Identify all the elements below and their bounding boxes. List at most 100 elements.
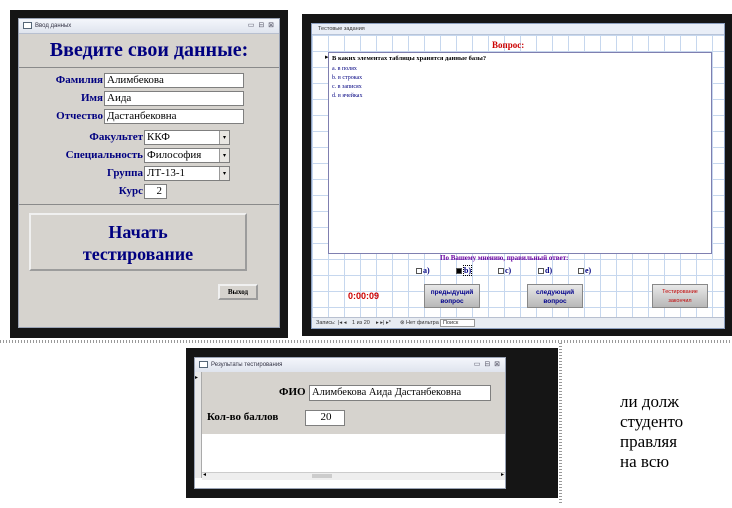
group-value: ЛТ-13-1 (147, 167, 186, 179)
checkbox-icon[interactable] (498, 268, 504, 274)
window-title: Результаты тестирования (211, 362, 283, 368)
question-text: В каких элементах таблицы хранятся данны… (332, 55, 487, 62)
chevron-down-icon[interactable]: ▾ (219, 131, 229, 144)
section-divider (559, 343, 562, 503)
group-combo[interactable]: ЛТ-13-1 ▾ (144, 166, 230, 181)
divider (19, 67, 279, 68)
data-entry-titlebar: Ввод данных ▭ ⊟ ⊠ (19, 19, 279, 34)
page-text-line: студенто (620, 412, 684, 431)
window-title: Ввод данных (35, 23, 72, 29)
nav-position: 1 из 20 (352, 320, 370, 326)
divider (19, 204, 279, 205)
chevron-down-icon[interactable]: ▾ (219, 167, 229, 180)
results-window: Результаты тестирования ▭ ⊟ ⊠ ▸ ФИО Алим… (194, 357, 506, 489)
specialty-combo[interactable]: Философия ▾ (144, 148, 230, 163)
nav-record-label: Запись: (316, 320, 336, 326)
results-titlebar: Результаты тестирования ▭ ⊟ ⊠ (195, 358, 505, 373)
scroll-left-icon[interactable]: ◂ (203, 471, 206, 478)
window-controls[interactable]: ▭ ⊟ ⊠ (248, 19, 275, 33)
finish-test-line2: закончил (668, 298, 692, 304)
answer-c: c. в записях (332, 84, 362, 90)
answer-b: b. в строках (332, 75, 363, 81)
score-value: 20 (320, 411, 332, 423)
filter-icon: ⊗ (400, 320, 405, 326)
faculty-label: Факультет (89, 131, 143, 143)
option-d-label: d) (545, 266, 553, 275)
data-entry-window: Ввод данных ▭ ⊟ ⊠ Введите свои данные: Ф… (18, 18, 280, 328)
next-question-button[interactable]: следующий вопрос (527, 284, 583, 308)
name-label: Имя (81, 92, 103, 104)
course-value: 2 (156, 185, 163, 197)
horizontal-scrollbar[interactable]: ◂ ▸ (202, 472, 505, 480)
test-window: Тестовые задания Вопрос: ▸ В каких элеме… (311, 23, 725, 329)
surname-label: Фамилия (55, 74, 103, 86)
page-text-line: правляя (620, 432, 678, 451)
fio-field[interactable]: Алимбекова Аида Дастанбековна (309, 385, 491, 401)
answer-prompt: По Вашему мнению, правильный ответ: (440, 254, 569, 262)
checkbox-icon[interactable] (416, 268, 422, 274)
option-a[interactable]: a) (416, 266, 430, 275)
option-c[interactable]: c) (498, 266, 511, 275)
checkbox-checked-icon[interactable] (456, 268, 462, 274)
page-title: Введите свои данные: (49, 39, 249, 61)
name-field[interactable]: Аида (104, 91, 244, 106)
next-question-line1: следующий (535, 289, 575, 296)
answer-list: a. в полях b. в строках c. в записях d. … (332, 65, 362, 101)
next-question-line2: вопрос (543, 298, 567, 305)
finish-test-line1: Тестирование (662, 289, 698, 295)
record-navigation-bar: Запись: |◂ ◂ 1 из 20 ▸ ▸| ▸* ⊗ Нет фильт… (312, 317, 724, 328)
test-titlebar: Тестовые задания (312, 24, 724, 35)
form-icon (23, 22, 32, 29)
patronymic-field[interactable]: Дастанбековна (104, 109, 244, 124)
course-label: Курс (118, 185, 143, 197)
section-divider (0, 340, 732, 343)
score-field[interactable]: 20 (305, 410, 345, 426)
option-b[interactable]: b) (456, 265, 473, 276)
record-selector-column: ▸ (195, 372, 202, 478)
page-text-line: на всю (620, 452, 670, 471)
answer-a: a. в полях (332, 66, 357, 72)
results-body (202, 372, 505, 434)
option-e[interactable]: e) (578, 266, 591, 275)
checkbox-icon[interactable] (578, 268, 584, 274)
start-test-button-line2: тестирование (82, 244, 194, 264)
nav-next-last[interactable]: ▸ ▸| ▸* (376, 320, 391, 326)
previous-question-line1: предыдущий (430, 289, 474, 296)
scroll-right-icon[interactable]: ▸ (501, 471, 504, 478)
window-controls[interactable]: ▭ ⊟ ⊠ (474, 358, 501, 372)
option-c-label: c) (505, 266, 512, 275)
screenshot-frame-test: Тестовые задания Вопрос: ▸ В каких элеме… (302, 14, 732, 336)
option-b-label: b) (463, 265, 473, 276)
previous-question-button[interactable]: предыдущий вопрос (424, 284, 480, 308)
chevron-down-icon[interactable]: ▾ (219, 149, 229, 162)
start-test-button[interactable]: Начать тестирование (29, 213, 247, 271)
nav-filter[interactable]: Нет фильтра (406, 320, 439, 326)
faculty-combo[interactable]: ККФ ▾ (144, 130, 230, 145)
form-icon (199, 361, 208, 368)
scroll-thumb[interactable] (312, 474, 332, 478)
window-title: Тестовые задания (318, 26, 365, 32)
option-d[interactable]: d) (538, 266, 552, 275)
faculty-value: ККФ (147, 131, 170, 143)
record-selector[interactable]: ▸ (195, 374, 198, 381)
fio-label: ФИО (279, 386, 306, 398)
record-selector[interactable]: ▸ (325, 53, 329, 61)
checkbox-icon[interactable] (538, 268, 544, 274)
answer-d: d. в ячейках (332, 93, 363, 99)
option-e-label: e) (585, 266, 592, 275)
score-label: Кол-во баллов (207, 411, 279, 423)
question-box: ▸ В каких элементах таблицы хранятся дан… (325, 52, 712, 254)
group-label: Группа (107, 167, 143, 179)
nav-search[interactable]: Поиск (440, 319, 476, 327)
finish-test-button[interactable]: Тестирование закончил (652, 284, 708, 308)
page-text-line: ли долж (620, 392, 679, 411)
specialty-value: Философия (147, 149, 202, 161)
timer: 0:00:09 (348, 291, 380, 301)
course-field[interactable]: 2 (144, 184, 167, 199)
exit-button[interactable]: Выход (218, 284, 258, 300)
patronymic-label: Отчество (56, 110, 103, 122)
nav-first-prev[interactable]: |◂ ◂ (338, 320, 346, 326)
surname-field[interactable]: Алимбекова (104, 73, 244, 88)
screenshot-frame-data-entry: Ввод данных ▭ ⊟ ⊠ Введите свои данные: Ф… (10, 10, 288, 338)
start-test-button-line1: Начать (108, 222, 168, 242)
